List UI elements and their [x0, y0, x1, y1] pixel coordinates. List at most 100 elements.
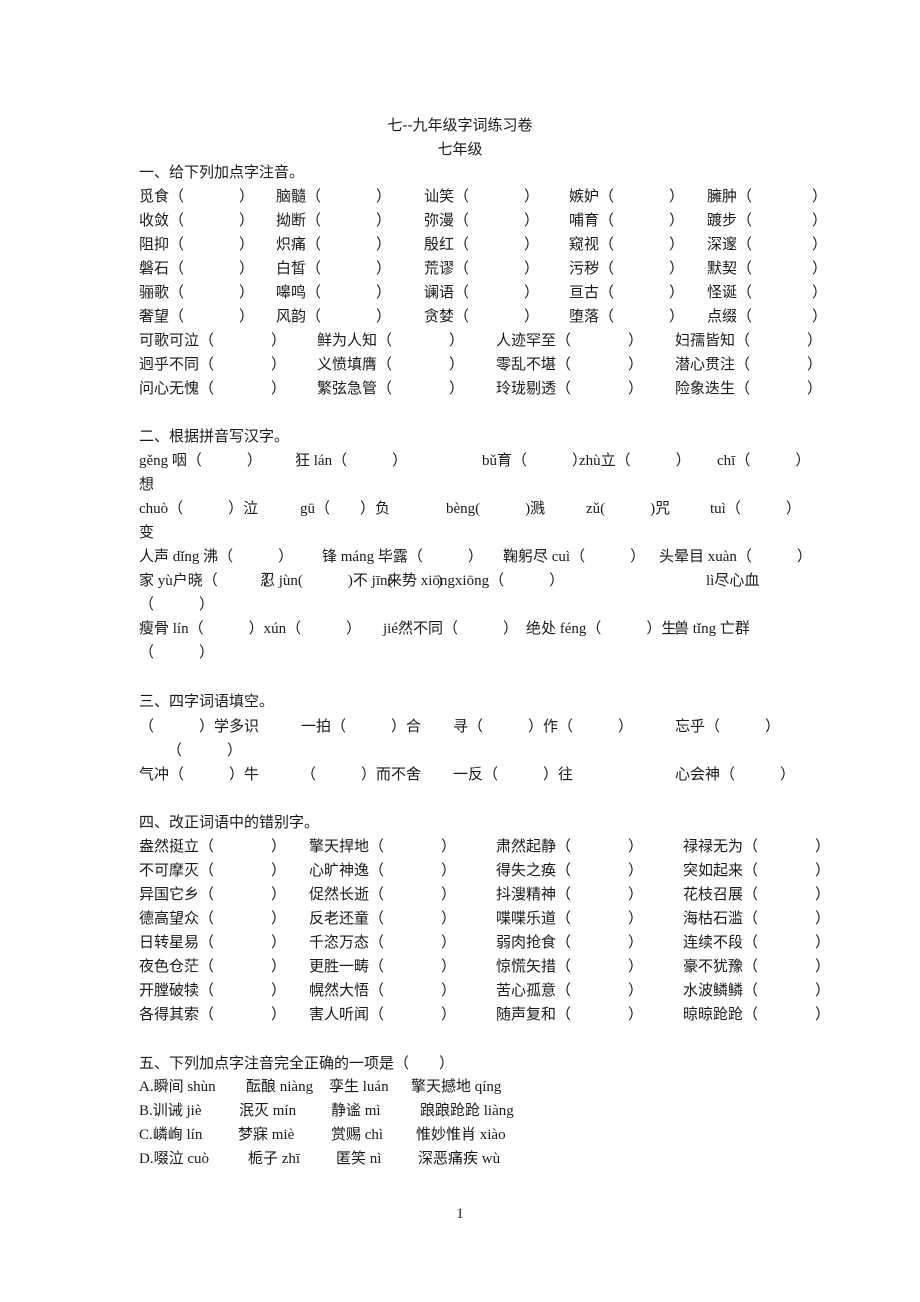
answer-blank[interactable]: ） [441, 930, 456, 954]
answer-blank[interactable]: ） [271, 954, 286, 978]
answer-blank[interactable]: ） [376, 232, 391, 256]
answer-blank[interactable]: ） [239, 304, 254, 328]
answer-blank[interactable]: ） [812, 280, 827, 304]
answer-blank[interactable]: ） [271, 906, 286, 930]
pinyin-question[interactable]: lì尽心血 [706, 569, 759, 593]
answer-blank[interactable]: ） [628, 930, 643, 954]
answer-blank[interactable]: ） [449, 328, 464, 352]
answer-blank[interactable]: ） [815, 882, 830, 906]
pinyin-question[interactable]: tuì（ ） [710, 497, 801, 521]
answer-blank[interactable]: ） [441, 858, 456, 882]
answer-blank[interactable]: ） [524, 184, 539, 208]
answer-blank[interactable]: ） [449, 352, 464, 376]
pinyin-question[interactable]: jié然不同（ ） [383, 617, 518, 641]
answer-blank[interactable]: ） [441, 906, 456, 930]
answer-blank[interactable]: ） [524, 208, 539, 232]
answer-blank[interactable]: ） [271, 858, 286, 882]
answer-blank[interactable]: ） [812, 208, 827, 232]
answer-blank[interactable]: ） [376, 304, 391, 328]
pinyin-question[interactable]: 狂 lán（ ） [295, 449, 407, 473]
answer-blank[interactable]: ） [239, 280, 254, 304]
pinyin-question[interactable]: zǔ( )咒 [586, 497, 670, 521]
fill-blank-item[interactable]: （ ）学多识 [139, 714, 259, 738]
answer-blank[interactable]: ） [807, 352, 822, 376]
answer-blank[interactable]: ） [815, 834, 830, 858]
answer-blank[interactable]: ） [812, 184, 827, 208]
pinyin-question[interactable]: zhù立（ ） [579, 449, 691, 473]
answer-blank[interactable]: ） [239, 232, 254, 256]
answer-blank[interactable]: ） [628, 376, 643, 400]
answer-blank[interactable]: ） [441, 834, 456, 858]
answer-blank[interactable]: ） [441, 882, 456, 906]
answer-blank[interactable]: ） [239, 256, 254, 280]
answer-blank[interactable]: ） [376, 184, 391, 208]
pinyin-question[interactable]: 头晕目 xuàn（ ） [659, 545, 812, 569]
answer-blank[interactable]: ） [628, 954, 643, 978]
answer-blank[interactable]: ） [376, 280, 391, 304]
pinyin-question[interactable]: 人声 dǐng 沸（ ） [139, 545, 293, 569]
answer-blank[interactable]: ） [271, 1002, 286, 1026]
pinyin-question[interactable]: chuò（ ）泣 [139, 497, 258, 521]
answer-blank[interactable]: ） [449, 376, 464, 400]
answer-blank[interactable]: ） [271, 930, 286, 954]
answer-blank[interactable]: ） [524, 256, 539, 280]
answer-blank[interactable]: ） [815, 978, 830, 1002]
answer-blank[interactable]: ） [239, 208, 254, 232]
fill-blank-item[interactable]: 忘乎（ ） [675, 714, 780, 738]
answer-blank[interactable]: ） [441, 978, 456, 1002]
answer-blank[interactable]: ） [271, 352, 286, 376]
answer-blank[interactable]: ） [815, 954, 830, 978]
fill-blank-item[interactable]: 心会神（ ） [675, 762, 795, 786]
answer-blank[interactable]: ） [628, 906, 643, 930]
pinyin-question[interactable]: 来势 xiōngxiōng（ ） [387, 569, 564, 593]
answer-blank[interactable]: ） [524, 232, 539, 256]
answer-blank[interactable]: ） [815, 906, 830, 930]
answer-blank[interactable]: ） [628, 1002, 643, 1026]
answer-blank[interactable]: ） [669, 184, 684, 208]
pinyin-question[interactable]: 家 yù户晓（ ） [139, 569, 278, 593]
answer-blank[interactable]: ） [441, 1002, 456, 1026]
answer-blank[interactable]: ） [441, 954, 456, 978]
answer-blank[interactable]: ） [271, 834, 286, 858]
answer-blank[interactable]: ） [239, 184, 254, 208]
answer-blank[interactable]: ） [815, 858, 830, 882]
answer-blank[interactable]: ） [628, 352, 643, 376]
answer-blank[interactable]: ） [524, 304, 539, 328]
fill-blank-item[interactable]: 一反（ ）往 [453, 762, 573, 786]
answer-blank[interactable]: ） [376, 208, 391, 232]
answer-blank[interactable]: ） [669, 232, 684, 256]
fill-blank-item[interactable]: 气冲（ ）牛 [139, 762, 259, 786]
answer-blank[interactable]: ） [628, 882, 643, 906]
pinyin-question[interactable]: 绝处 féng（ ）生 [526, 617, 676, 641]
answer-blank[interactable]: ） [669, 256, 684, 280]
answer-blank[interactable]: ） [815, 1002, 830, 1026]
pinyin-question[interactable]: bèng( )溅 [446, 497, 545, 521]
answer-blank[interactable]: ） [812, 304, 827, 328]
answer-blank[interactable]: ） [628, 328, 643, 352]
answer-blank[interactable]: ） [628, 858, 643, 882]
answer-blank[interactable]: ） [669, 304, 684, 328]
answer-blank[interactable]: ） [807, 328, 822, 352]
answer-blank[interactable]: ） [628, 834, 643, 858]
fill-blank-item[interactable]: （ ）而不舍 [301, 762, 421, 786]
fill-blank-item[interactable]: 寻（ ）作（ ） [453, 714, 633, 738]
answer-blank[interactable]: ） [271, 978, 286, 1002]
pinyin-question[interactable]: gěng 咽（ ） [139, 449, 262, 473]
pinyin-question[interactable]: 鞠躬尽 cuì（ ） [503, 545, 645, 569]
answer-blank[interactable]: ） [271, 882, 286, 906]
answer-blank[interactable]: ） [524, 280, 539, 304]
answer-blank[interactable]: ） [807, 376, 822, 400]
answer-blank[interactable]: ） [376, 256, 391, 280]
answer-blank[interactable]: ） [669, 208, 684, 232]
pinyin-question[interactable]: chī（ ） [717, 449, 810, 473]
pinyin-question[interactable]: 锋 máng 毕露（ ） [322, 545, 483, 569]
section3-line-wrap[interactable]: （ ） [167, 738, 242, 762]
answer-blank[interactable]: ） [271, 328, 286, 352]
answer-blank[interactable]: ） [815, 930, 830, 954]
pinyin-question[interactable]: gū（ ）负 [300, 497, 390, 521]
pinyin-question[interactable]: 瘦骨 lín（ ）xún（ ） [139, 617, 361, 641]
fill-blank-item[interactable]: 一拍（ ）合 [301, 714, 421, 738]
pinyin-question[interactable]: 兽 tǐng 亡群 [674, 617, 750, 641]
answer-blank[interactable]: ） [271, 376, 286, 400]
answer-blank[interactable]: ） [812, 256, 827, 280]
